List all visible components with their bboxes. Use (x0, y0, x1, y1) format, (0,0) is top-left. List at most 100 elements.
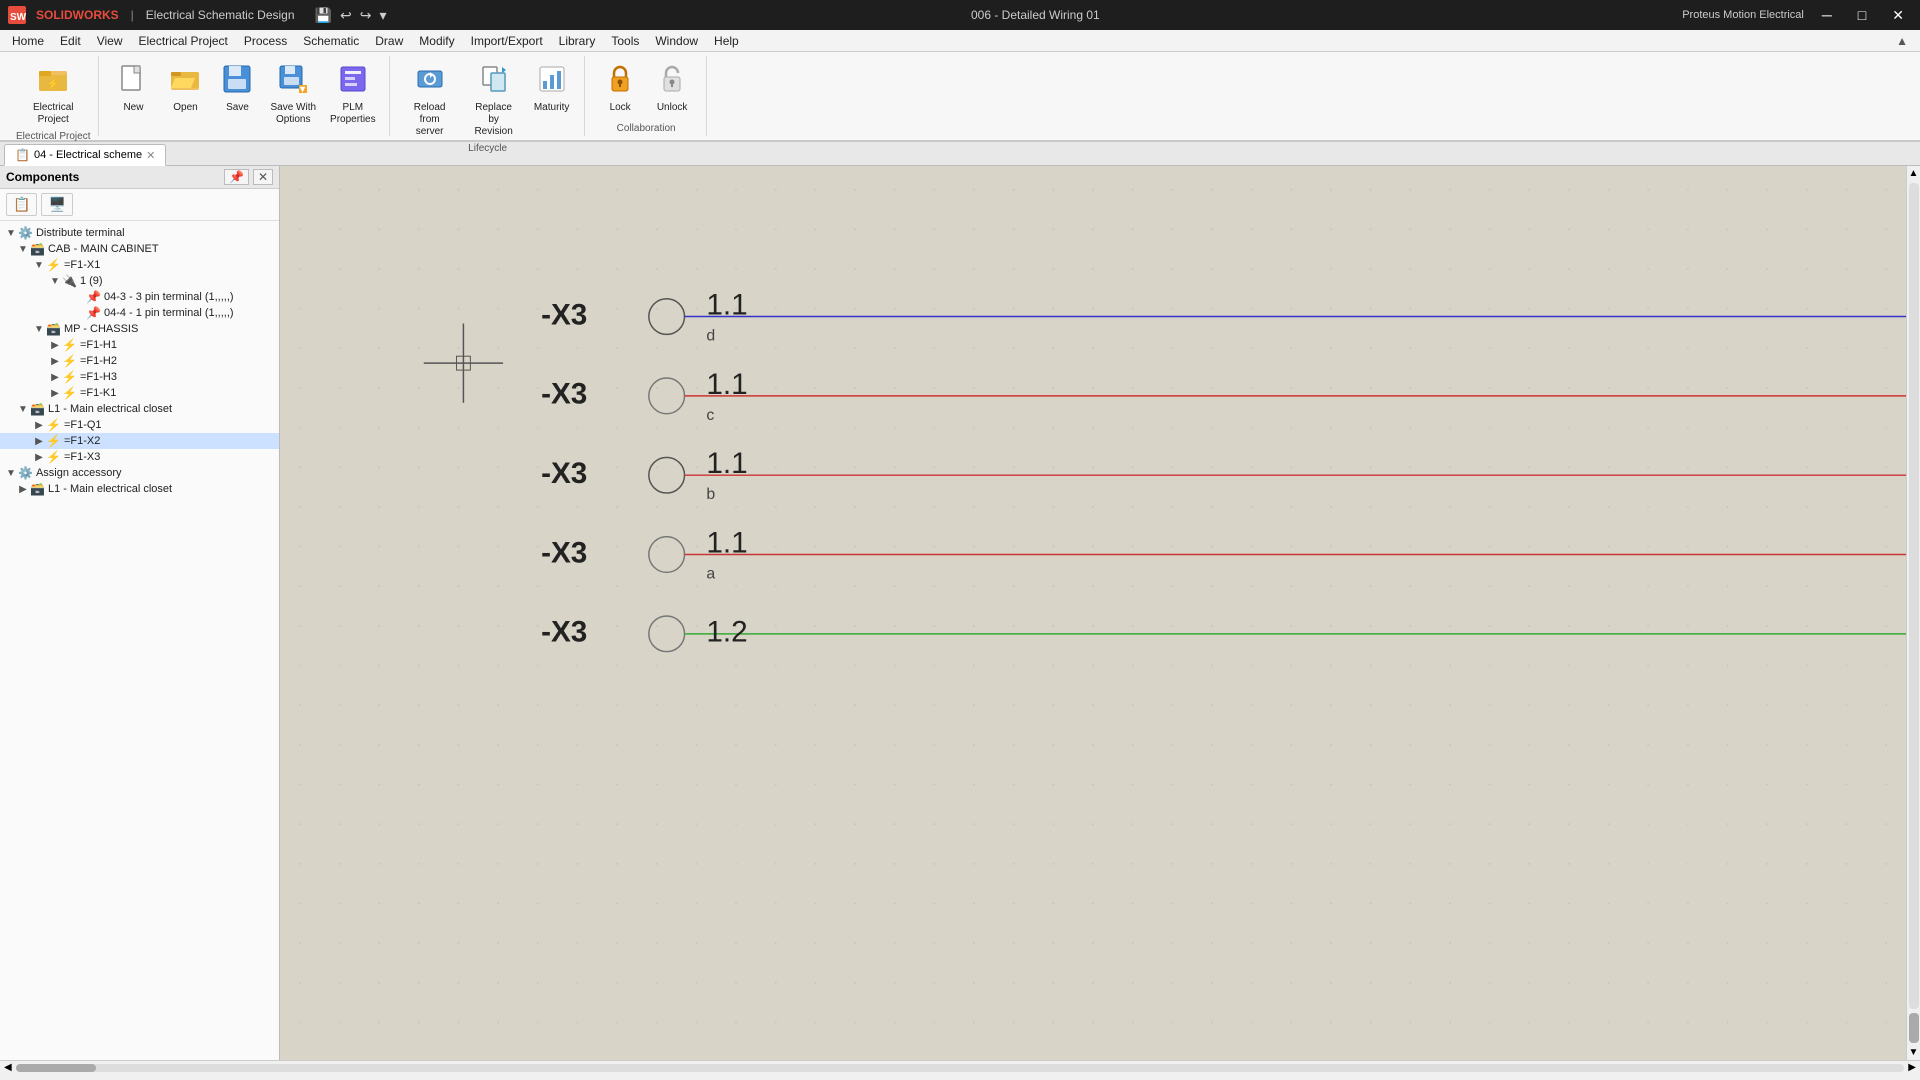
expander-assign-accessory[interactable]: ▼ (4, 468, 18, 479)
menu-help[interactable]: Help (706, 32, 747, 50)
expander-distribute-terminal[interactable]: ▼ (4, 228, 18, 239)
expander-group19[interactable]: ▼ (48, 276, 62, 287)
qa-undo-button[interactable]: ↩ (338, 5, 354, 26)
expander-f1h1[interactable]: ▶ (48, 340, 62, 351)
lock-label: Lock (610, 102, 631, 114)
qa-save-button[interactable]: 💾 (313, 5, 334, 26)
title-sep: | (131, 8, 134, 22)
tree-node-l1-assign-closet[interactable]: ▶ 🗃️ L1 - Main electrical closet (0, 481, 279, 497)
expander-f1h3[interactable]: ▶ (48, 372, 62, 383)
tab-electrical-scheme[interactable]: 📋 04 - Electrical scheme ✕ (4, 144, 166, 166)
restore-button[interactable]: □ (1850, 5, 1874, 25)
expander-mp-chassis[interactable]: ▼ (32, 324, 46, 335)
replace-by-revision-button[interactable]: Replace byRevision (464, 60, 524, 141)
new-button[interactable]: New (109, 60, 157, 117)
f1x2-label: =F1-X2 (64, 435, 100, 447)
menu-window[interactable]: Window (647, 32, 706, 50)
tree-node-f1-x1[interactable]: ▼ ⚡ =F1-X1 (0, 257, 279, 273)
menu-modify[interactable]: Modify (411, 32, 462, 50)
main-area: Components 📌 ✕ 📋 🖥️ ▼ ⚙️ Distribute term… (0, 166, 1920, 1060)
reload-from-server-button[interactable]: Reload fromserver (400, 60, 460, 141)
tree-node-f1-h3[interactable]: ▶ ⚡ =F1-H3 (0, 369, 279, 385)
tree-node-group-1-9[interactable]: ▼ 🔌 1 (9) (0, 273, 279, 289)
components-close-button[interactable]: ✕ (253, 169, 273, 185)
document-title: 006 - Detailed Wiring 01 (971, 8, 1100, 22)
close-button[interactable]: ✕ (1884, 5, 1912, 26)
menu-electrical-project[interactable]: Electrical Project (131, 32, 236, 50)
menu-tools[interactable]: Tools (603, 32, 647, 50)
save-button[interactable]: Save (213, 60, 261, 117)
menu-schematic[interactable]: Schematic (295, 32, 367, 50)
expander-l1-assign[interactable]: ▶ (16, 484, 30, 495)
ribbon-group-lifecycle: Reload fromserver Replace byRevision (392, 56, 585, 136)
expander-f1x2[interactable]: ▶ (32, 436, 46, 447)
lock-button[interactable]: Lock (596, 60, 644, 117)
title-bar: SW SOLIDWORKS | Electrical Schematic Des… (0, 0, 1920, 30)
expander-f1x1[interactable]: ▼ (32, 260, 46, 271)
components-pin-button[interactable]: 📌 (224, 169, 249, 185)
quick-access-toolbar: 💾 ↩ ↪ ▾ (313, 5, 389, 26)
menu-library[interactable]: Library (551, 32, 604, 50)
scrollbar-thumb[interactable] (1909, 1013, 1919, 1043)
menu-process[interactable]: Process (236, 32, 295, 50)
menu-draw[interactable]: Draw (367, 32, 411, 50)
expander-cab[interactable]: ▼ (16, 244, 30, 255)
save-with-options-icon: ▾ (277, 63, 309, 100)
hscroll-right-arrow[interactable]: ▶ (1906, 1062, 1918, 1073)
tree-node-distribute-terminal[interactable]: ▼ ⚙️ Distribute terminal (0, 225, 279, 241)
right-scrollbar[interactable]: ▲ ▼ (1906, 166, 1920, 1060)
save-icon (221, 63, 253, 100)
unlock-button[interactable]: Unlock (648, 60, 696, 117)
maturity-button[interactable]: Maturity (528, 60, 576, 117)
tree-node-assign-accessory[interactable]: ▼ ⚙️ Assign accessory (0, 465, 279, 481)
tab-close-button[interactable]: ✕ (146, 149, 155, 162)
tree-node-f1-k1[interactable]: ▶ ⚡ =F1-K1 (0, 385, 279, 401)
save-with-options-button[interactable]: ▾ Save WithOptions (265, 60, 321, 129)
minimize-button[interactable]: ─ (1814, 5, 1840, 25)
tree-node-mp-chassis[interactable]: ▼ 🗃️ MP - CHASSIS (0, 321, 279, 337)
menu-view[interactable]: View (89, 32, 131, 50)
tree-node-l1-main-closet[interactable]: ▼ 🗃️ L1 - Main electrical closet (0, 401, 279, 417)
expander-f1k1[interactable]: ▶ (48, 388, 62, 399)
plm-icon (337, 63, 369, 95)
components-title: Components (6, 170, 79, 184)
tree-node-f1-h2[interactable]: ▶ ⚡ =F1-H2 (0, 353, 279, 369)
tree-node-f1-q1[interactable]: ▶ ⚡ =F1-Q1 (0, 417, 279, 433)
open-button[interactable]: Open (161, 60, 209, 117)
menu-edit[interactable]: Edit (52, 32, 89, 50)
l1-assign-label: L1 - Main electrical closet (48, 483, 172, 495)
menu-importexport[interactable]: Import/Export (463, 32, 551, 50)
canvas-area[interactable]: -X3 1.1 d -X3 1.1 c -X3 1.1 b (280, 166, 1906, 1060)
sublabel-b: b (706, 486, 715, 503)
qa-options-button[interactable]: ▾ (377, 5, 388, 26)
components-toolbar-btn-2[interactable]: 🖥️ (41, 193, 72, 216)
save-options-icon: ▾ (277, 63, 309, 95)
components-toolbar-btn-1[interactable]: 📋 (6, 193, 37, 216)
label-x3-3: -X3 (541, 457, 587, 490)
expander-f1h2[interactable]: ▶ (48, 356, 62, 367)
expander-f1x3[interactable]: ▶ (32, 452, 46, 463)
f1h1-label: =F1-H1 (80, 339, 117, 351)
tree-node-f1-x2[interactable]: ▶ ⚡ =F1-X2 (0, 433, 279, 449)
collaboration-group-btns: Lock Unlock (596, 56, 696, 121)
tree-node-04-4[interactable]: ▶ 📌 04-4 - 1 pin terminal (1,,,,,) (0, 305, 279, 321)
qa-redo-button[interactable]: ↪ (358, 5, 374, 26)
hscroll-left-arrow[interactable]: ◀ (2, 1062, 14, 1073)
item-04-3-label: 04-3 - 3 pin terminal (1,,,,,) (104, 291, 234, 303)
l1-icon: 🗃️ (30, 402, 45, 416)
menu-home[interactable]: Home (4, 32, 52, 50)
f1h2-label: =F1-H2 (80, 355, 117, 367)
tree-node-cab-main-cabinet[interactable]: ▼ 🗃️ CAB - MAIN CABINET (0, 241, 279, 257)
scrollbar-down-arrow[interactable]: ▼ (1907, 1045, 1920, 1060)
electrical-project-button[interactable]: ⚡ ElectricalProject (28, 60, 79, 129)
unlock-label: Unlock (657, 102, 688, 114)
ribbon-minimize-icon[interactable]: ▲ (1888, 32, 1916, 50)
plm-properties-button[interactable]: PLMProperties (325, 60, 381, 129)
tree-node-04-3[interactable]: ▶ 📌 04-3 - 3 pin terminal (1,,,,,) (0, 289, 279, 305)
hscroll-thumb[interactable] (16, 1064, 96, 1072)
tree-node-f1-x3[interactable]: ▶ ⚡ =F1-X3 (0, 449, 279, 465)
expander-f1q1[interactable]: ▶ (32, 420, 46, 431)
expander-l1[interactable]: ▼ (16, 404, 30, 415)
scrollbar-up-arrow[interactable]: ▲ (1907, 166, 1920, 181)
tree-node-f1-h1[interactable]: ▶ ⚡ =F1-H1 (0, 337, 279, 353)
